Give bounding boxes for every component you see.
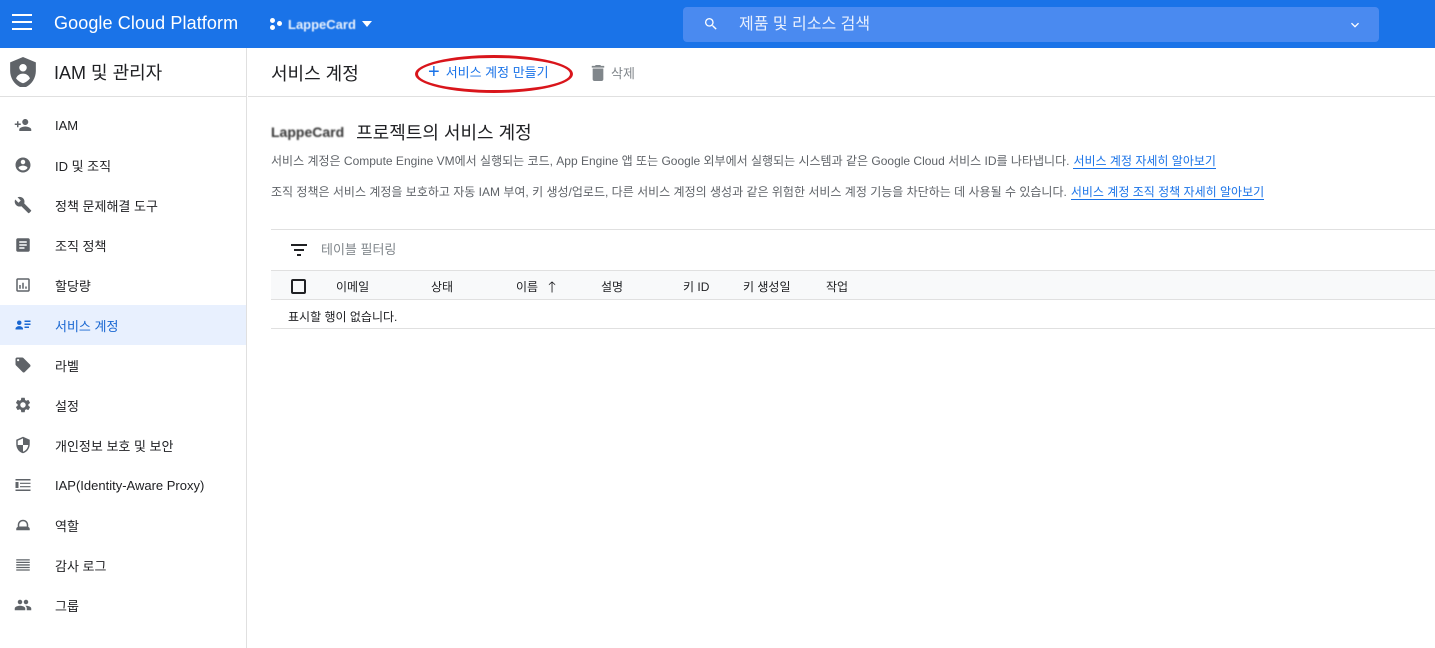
empty-message: 표시할 행이 없습니다.: [288, 310, 398, 324]
sidebar-item-service-accounts[interactable]: 서비스 계정: [0, 305, 246, 345]
project-name: LappeCard: [288, 16, 356, 32]
column-header-actions: 작업: [826, 280, 849, 294]
table-filter-input[interactable]: [321, 242, 721, 257]
account-circle-icon: [14, 156, 32, 174]
select-all-checkbox[interactable]: [291, 279, 306, 294]
sidebar-item-iap[interactable]: IAP(Identity-Aware Proxy): [0, 465, 246, 505]
sidebar-item-quotas[interactable]: 할당량: [0, 265, 246, 305]
sidebar-item-label: 역할: [55, 518, 79, 534]
list-icon: [14, 556, 32, 574]
sidebar-item-label: 서비스 계정: [55, 318, 119, 334]
sidebar-item-label: 할당량: [55, 278, 91, 294]
column-header-key-created[interactable]: 키 생성일: [743, 278, 791, 295]
wrench-icon: [14, 196, 32, 214]
column-header-status[interactable]: 상태: [431, 278, 453, 295]
search-bar[interactable]: [683, 7, 1379, 42]
group-icon: [14, 596, 32, 614]
section-heading: LappeCard 프로젝트의 서비스 계정: [271, 120, 1435, 144]
brand-title[interactable]: Google Cloud Platform: [54, 13, 238, 34]
sidebar-nav: IAM ID 및 조직 정책 문제해결 도구 조직 정책 할당량 서비스 계정 …: [0, 105, 246, 625]
description-text: 조직 정책은 서비스 계정을 보호하고 자동 IAM 부여, 키 생성/업로드,…: [271, 185, 1067, 199]
top-app-bar: Google Cloud Platform LappeCard: [0, 0, 1435, 48]
create-button-label: 서비스 계정 만들기: [445, 65, 549, 80]
sidebar-item-settings[interactable]: 설정: [0, 385, 246, 425]
project-picker[interactable]: LappeCard: [270, 14, 372, 34]
sort-ascending-icon[interactable]: 🡑: [548, 280, 556, 295]
table-empty-row: 표시할 행이 없습니다.: [271, 300, 1435, 329]
description-text: 서비스 계정은 Compute Engine VM에서 실행되는 코드, App…: [271, 154, 1070, 168]
description-org-policy: 조직 정책은 서비스 계정을 보호하고 자동 IAM 부여, 키 생성/업로드,…: [271, 183, 1435, 201]
sidebar-item-label: 개인정보 보호 및 보안: [55, 438, 174, 454]
service-account-icon: [14, 316, 32, 334]
plus-icon: +: [428, 60, 440, 83]
description-service-accounts: 서비스 계정은 Compute Engine VM에서 실행되는 코드, App…: [271, 152, 1435, 170]
sidebar: IAM 및 관리자 IAM ID 및 조직 정책 문제해결 도구 조직 정책 할…: [0, 48, 247, 648]
sidebar-header: IAM 및 관리자: [0, 48, 246, 97]
trash-icon: [591, 64, 605, 81]
sidebar-item-label: 정책 문제해결 도구: [55, 198, 158, 214]
sidebar-item-org-policy[interactable]: 조직 정책: [0, 225, 246, 265]
org-policy-learn-more-link[interactable]: 서비스 계정 조직 정책 자세히 알아보기: [1070, 185, 1265, 200]
sidebar-item-label: 라벨: [55, 358, 79, 374]
content-body: LappeCard 프로젝트의 서비스 계정 서비스 계정은 Compute E…: [271, 120, 1435, 201]
column-header-name-label: 이름: [516, 280, 539, 294]
label-icon: [14, 356, 32, 374]
iap-icon: [14, 476, 32, 494]
sidebar-item-identity-org[interactable]: ID 및 조직: [0, 145, 246, 185]
menu-icon[interactable]: [12, 14, 32, 34]
sidebar-item-policy-troubleshooter[interactable]: 정책 문제해결 도구: [0, 185, 246, 225]
search-input[interactable]: [739, 7, 1319, 42]
iam-shield-icon: [10, 57, 36, 87]
role-icon: [14, 516, 32, 534]
table-filter-bar: [271, 229, 1435, 269]
sidebar-item-iam[interactable]: IAM: [0, 105, 246, 145]
delete-button-label: 삭제: [611, 66, 635, 81]
sidebar-item-label: IAP(Identity-Aware Proxy): [55, 477, 205, 493]
sidebar-item-label: 그룹: [55, 598, 79, 614]
sidebar-title: IAM 및 관리자: [54, 63, 163, 83]
search-icon: [705, 18, 717, 30]
project-dots-icon: [270, 18, 282, 30]
column-header-description[interactable]: 설명: [601, 278, 623, 295]
sidebar-item-roles[interactable]: 역할: [0, 505, 246, 545]
chevron-down-icon[interactable]: [1347, 17, 1363, 33]
page-title: 서비스 계정: [271, 64, 359, 84]
column-header-key-id[interactable]: 키 ID: [683, 278, 709, 295]
column-header-name[interactable]: 이름 🡑: [516, 278, 556, 295]
sidebar-item-label: 조직 정책: [55, 238, 107, 254]
sidebar-item-labels[interactable]: 라벨: [0, 345, 246, 385]
sidebar-item-audit-logs[interactable]: 감사 로그: [0, 545, 246, 585]
sidebar-item-groups[interactable]: 그룹: [0, 585, 246, 625]
sidebar-item-label: IAM: [55, 117, 79, 133]
project-name: LappeCard: [271, 124, 345, 140]
caret-down-icon: [361, 21, 372, 27]
toolbar: 서비스 계정 + 서비스 계정 만들기 삭제: [248, 48, 1435, 97]
sidebar-item-label: 설정: [55, 398, 79, 414]
delete-button[interactable]: 삭제: [591, 63, 635, 82]
create-service-account-button[interactable]: + 서비스 계정 만들기: [428, 60, 549, 83]
column-header-email[interactable]: 이메일: [336, 278, 369, 295]
learn-more-link[interactable]: 서비스 계정 자세히 알아보기: [1073, 154, 1216, 169]
table-header-row: 이메일 상태 이름 🡑 설명 키 ID 키 생성일 작업: [271, 270, 1435, 300]
main-content: 서비스 계정 + 서비스 계정 만들기 삭제 LappeCard 프로젝트의 서…: [248, 48, 1435, 648]
quota-icon: [14, 276, 32, 294]
heading-text: 프로젝트의 서비스 계정: [356, 123, 532, 143]
document-icon: [14, 236, 32, 254]
sidebar-item-label: ID 및 조직: [55, 158, 112, 174]
shield-icon: [14, 436, 32, 454]
gear-icon: [14, 396, 32, 414]
sidebar-item-privacy-security[interactable]: 개인정보 보호 및 보안: [0, 425, 246, 465]
filter-icon: [291, 243, 307, 256]
person-add-icon: [14, 116, 32, 134]
sidebar-item-label: 감사 로그: [55, 558, 107, 574]
